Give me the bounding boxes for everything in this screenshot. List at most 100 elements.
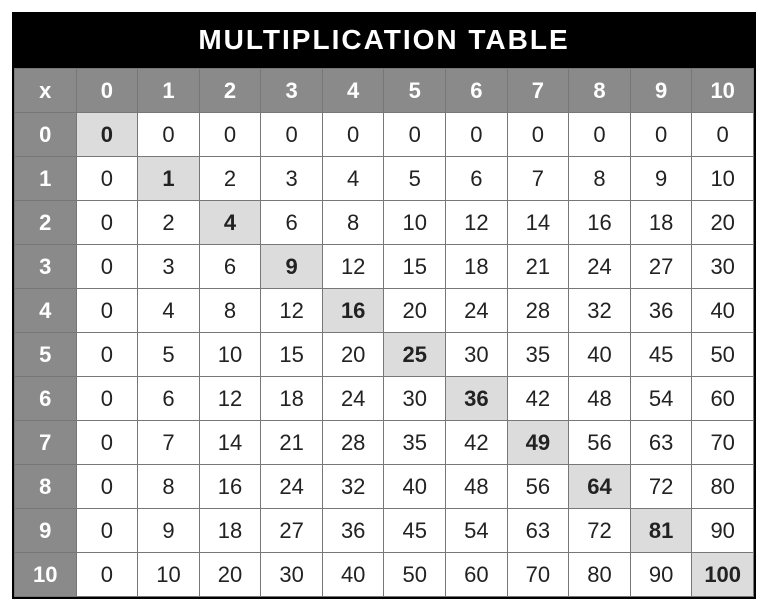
table-cell: 40 bbox=[384, 465, 446, 509]
table-cell: 0 bbox=[138, 113, 200, 157]
table-cell: 10 bbox=[199, 333, 261, 377]
table-cell: 35 bbox=[507, 333, 569, 377]
table-cell: 27 bbox=[630, 245, 692, 289]
table-cell: 0 bbox=[630, 113, 692, 157]
table-cell: 25 bbox=[384, 333, 446, 377]
table-cell: 63 bbox=[507, 509, 569, 553]
multiplication-table-container: MULTIPLICATION TABLE x012345678910000000… bbox=[12, 12, 756, 599]
table-cell: 16 bbox=[569, 201, 631, 245]
table-cell: 30 bbox=[446, 333, 508, 377]
table-cell: 70 bbox=[692, 421, 754, 465]
table-cell: 0 bbox=[76, 289, 138, 333]
row-header: 5 bbox=[15, 333, 77, 377]
table-cell: 6 bbox=[446, 157, 508, 201]
table-cell: 12 bbox=[261, 289, 323, 333]
row-header: 4 bbox=[15, 289, 77, 333]
table-cell: 42 bbox=[446, 421, 508, 465]
table-cell: 0 bbox=[261, 113, 323, 157]
col-header: 0 bbox=[76, 69, 138, 113]
table-cell: 0 bbox=[76, 421, 138, 465]
row-header: 6 bbox=[15, 377, 77, 421]
table-cell: 8 bbox=[199, 289, 261, 333]
table-cell: 20 bbox=[322, 333, 384, 377]
table-cell: 40 bbox=[569, 333, 631, 377]
table-cell: 45 bbox=[384, 509, 446, 553]
table-cell: 12 bbox=[446, 201, 508, 245]
table-cell: 8 bbox=[322, 201, 384, 245]
table-cell: 45 bbox=[630, 333, 692, 377]
table-cell: 24 bbox=[569, 245, 631, 289]
row-header: 1 bbox=[15, 157, 77, 201]
col-header: 8 bbox=[569, 69, 631, 113]
row-header: 3 bbox=[15, 245, 77, 289]
table-cell: 90 bbox=[692, 509, 754, 553]
table-cell: 54 bbox=[630, 377, 692, 421]
table-cell: 40 bbox=[692, 289, 754, 333]
table-cell: 9 bbox=[261, 245, 323, 289]
table-cell: 16 bbox=[199, 465, 261, 509]
table-cell: 18 bbox=[261, 377, 323, 421]
table-cell: 27 bbox=[261, 509, 323, 553]
table-cell: 0 bbox=[76, 201, 138, 245]
table-cell: 0 bbox=[569, 113, 631, 157]
table-cell: 72 bbox=[569, 509, 631, 553]
table-cell: 9 bbox=[630, 157, 692, 201]
table-cell: 14 bbox=[199, 421, 261, 465]
table-cell: 0 bbox=[446, 113, 508, 157]
table-cell: 60 bbox=[692, 377, 754, 421]
table-cell: 18 bbox=[630, 201, 692, 245]
table-cell: 3 bbox=[138, 245, 200, 289]
table-cell: 28 bbox=[322, 421, 384, 465]
table-cell: 0 bbox=[76, 245, 138, 289]
table-cell: 48 bbox=[569, 377, 631, 421]
table-cell: 20 bbox=[199, 553, 261, 597]
table-cell: 15 bbox=[384, 245, 446, 289]
table-cell: 30 bbox=[384, 377, 446, 421]
table-cell: 20 bbox=[384, 289, 446, 333]
table-cell: 3 bbox=[261, 157, 323, 201]
table-cell: 21 bbox=[507, 245, 569, 289]
table-cell: 35 bbox=[384, 421, 446, 465]
table-cell: 7 bbox=[138, 421, 200, 465]
table-cell: 0 bbox=[76, 465, 138, 509]
table-cell: 80 bbox=[692, 465, 754, 509]
table-cell: 6 bbox=[138, 377, 200, 421]
table-cell: 5 bbox=[138, 333, 200, 377]
page-title: MULTIPLICATION TABLE bbox=[14, 14, 754, 68]
row-header: 10 bbox=[15, 553, 77, 597]
table-cell: 28 bbox=[507, 289, 569, 333]
table-cell: 50 bbox=[384, 553, 446, 597]
table-cell: 14 bbox=[507, 201, 569, 245]
col-header: 5 bbox=[384, 69, 446, 113]
table-cell: 64 bbox=[569, 465, 631, 509]
table-cell: 0 bbox=[692, 113, 754, 157]
col-header: 9 bbox=[630, 69, 692, 113]
table-cell: 56 bbox=[569, 421, 631, 465]
table-cell: 63 bbox=[630, 421, 692, 465]
multiplication-table: x012345678910000000000000101234567891020… bbox=[14, 68, 754, 597]
table-cell: 1 bbox=[138, 157, 200, 201]
table-cell: 56 bbox=[507, 465, 569, 509]
table-cell: 49 bbox=[507, 421, 569, 465]
table-cell: 0 bbox=[199, 113, 261, 157]
table-cell: 0 bbox=[76, 377, 138, 421]
table-cell: 0 bbox=[76, 333, 138, 377]
table-cell: 0 bbox=[76, 113, 138, 157]
table-cell: 90 bbox=[630, 553, 692, 597]
table-cell: 70 bbox=[507, 553, 569, 597]
table-cell: 20 bbox=[692, 201, 754, 245]
table-cell: 7 bbox=[507, 157, 569, 201]
table-cell: 30 bbox=[692, 245, 754, 289]
table-cell: 4 bbox=[322, 157, 384, 201]
table-cell: 0 bbox=[76, 157, 138, 201]
table-cell: 24 bbox=[322, 377, 384, 421]
table-cell: 40 bbox=[322, 553, 384, 597]
table-cell: 21 bbox=[261, 421, 323, 465]
table-cell: 0 bbox=[507, 113, 569, 157]
table-cell: 50 bbox=[692, 333, 754, 377]
table-cell: 0 bbox=[76, 509, 138, 553]
table-cell: 0 bbox=[384, 113, 446, 157]
table-cell: 32 bbox=[569, 289, 631, 333]
row-header: 9 bbox=[15, 509, 77, 553]
table-cell: 5 bbox=[384, 157, 446, 201]
